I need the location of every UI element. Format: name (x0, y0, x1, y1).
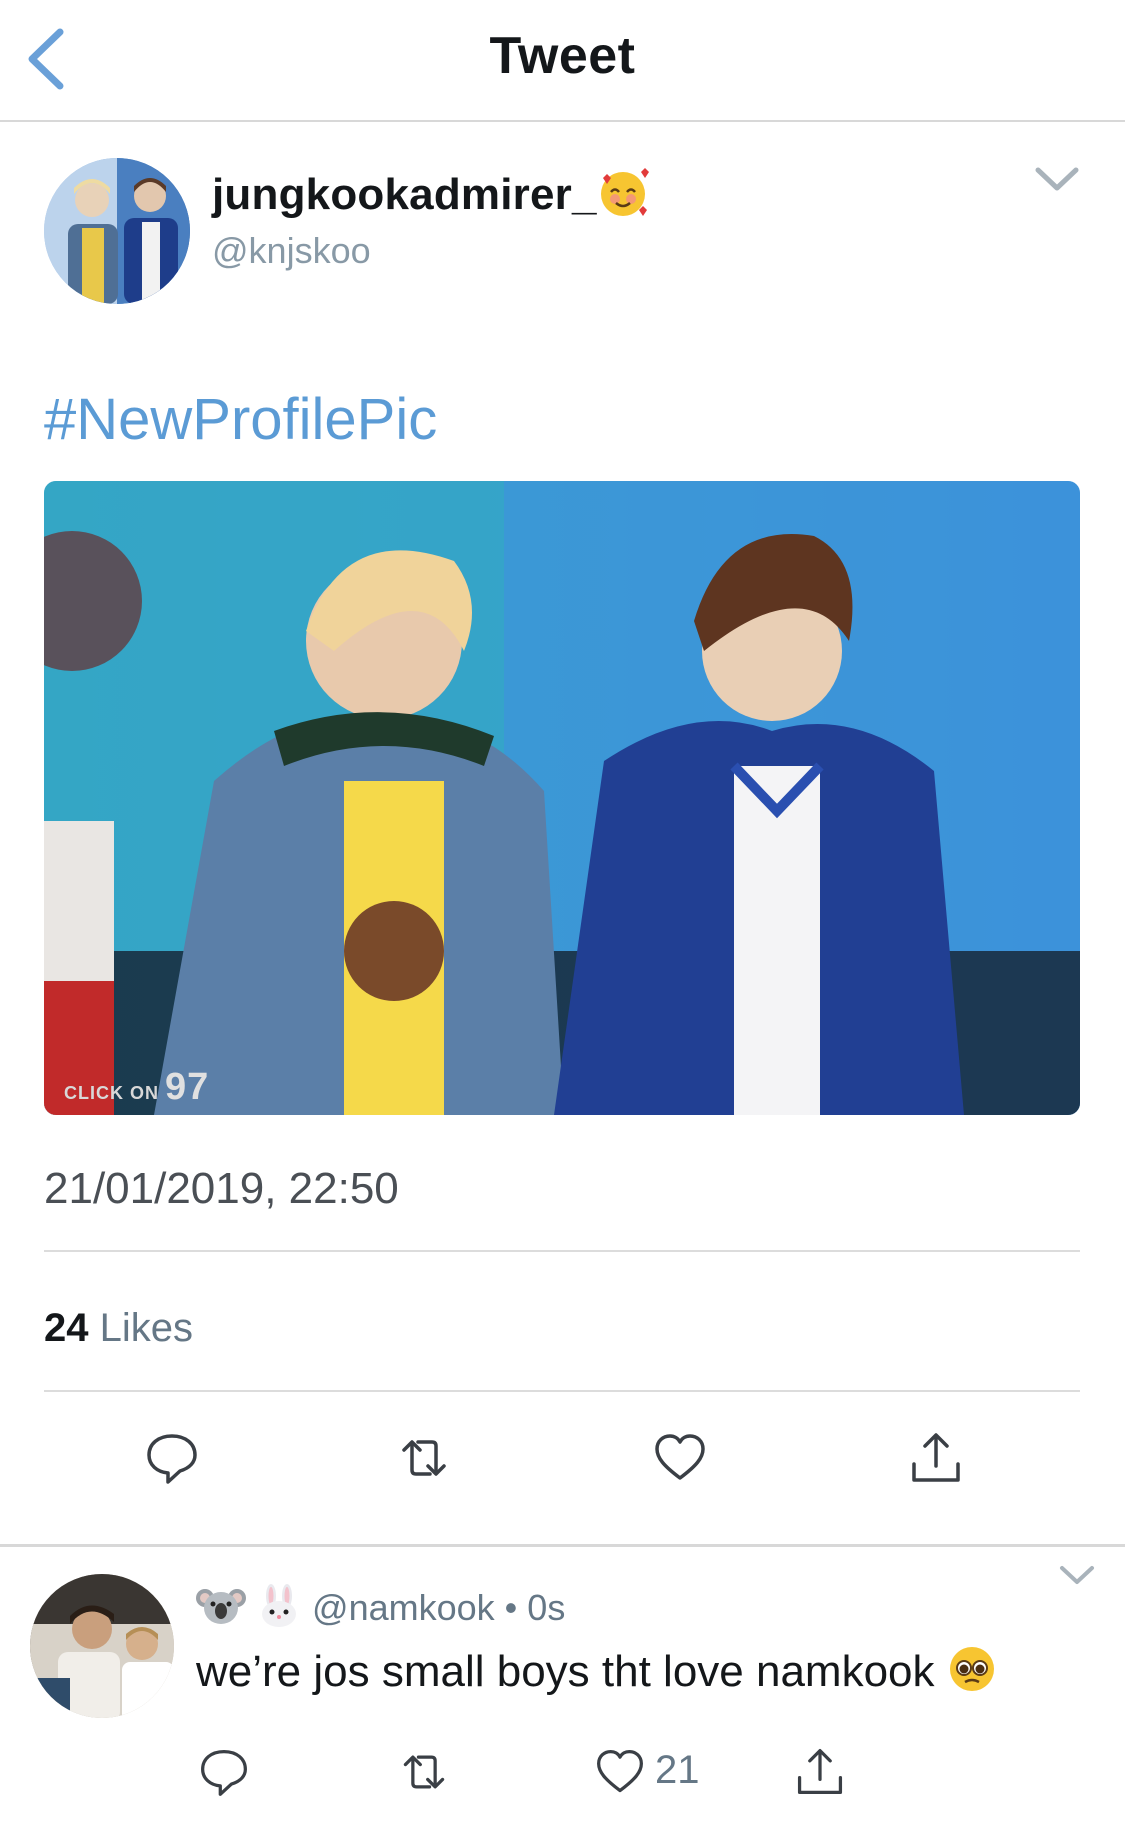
share-icon[interactable] (908, 1430, 964, 1486)
reply-icon[interactable] (198, 1746, 250, 1798)
retweet-icon[interactable] (396, 1430, 452, 1486)
likes-label: Likes (99, 1306, 194, 1350)
navigation-bar: Tweet (0, 0, 1125, 122)
avatar[interactable] (44, 158, 190, 304)
chevron-down-icon[interactable] (1058, 1562, 1096, 1590)
koala-face-icon (196, 1584, 246, 1637)
like-icon[interactable] (594, 1746, 646, 1798)
reply-handle[interactable]: @namkook (312, 1587, 495, 1628)
hashtag-link[interactable]: #NewProfilePic (44, 386, 437, 453)
reply-time: 0s (527, 1587, 566, 1629)
tweet-detail: jungkookadmirer_ @knjskoo #NewProfilePic (0, 124, 1125, 1544)
reply-text-body: we’re jos small boys tht love namkook (196, 1647, 935, 1697)
section-divider (0, 1544, 1125, 1547)
divider (44, 1250, 1080, 1252)
retweet-icon[interactable] (398, 1746, 450, 1798)
display-name[interactable]: jungkookadmirer_ (212, 166, 649, 229)
watermark-number: 97 (165, 1066, 210, 1108)
watermark-text: CLICK ON (64, 1083, 159, 1103)
reply-icon[interactable] (144, 1430, 200, 1486)
reply-separator: • (504, 1587, 518, 1629)
tweet-image[interactable]: CLICK ON 97 (44, 481, 1080, 1115)
display-name-text: jungkookadmirer_ (212, 170, 597, 220)
avatar[interactable] (30, 1574, 174, 1718)
tweet-timestamp: 21/01/2019, 22:50 (44, 1164, 399, 1213)
likes-summary[interactable]: 24 Likes (44, 1306, 193, 1351)
chevron-down-icon[interactable] (1032, 160, 1082, 200)
like-icon[interactable] (652, 1430, 708, 1486)
reply-header: @namkook • 0s (196, 1584, 565, 1637)
reply-text: we’re jos small boys tht love namkook (196, 1644, 997, 1705)
rabbit-face-icon (256, 1584, 302, 1637)
user-handle[interactable]: @knjskoo (212, 230, 371, 272)
page-title: Tweet (489, 27, 636, 85)
smiling-face-with-hearts-icon (597, 166, 649, 229)
share-icon[interactable] (794, 1746, 846, 1798)
pleading-face-icon (947, 1644, 997, 1705)
reply-tweet[interactable]: @namkook • 0s we’re jos small boys tht l… (0, 1548, 1125, 1828)
media-watermark: CLICK ON 97 (64, 1066, 209, 1109)
likes-count: 24 (44, 1306, 89, 1350)
divider (44, 1390, 1080, 1392)
reply-like-count: 21 (655, 1748, 700, 1792)
